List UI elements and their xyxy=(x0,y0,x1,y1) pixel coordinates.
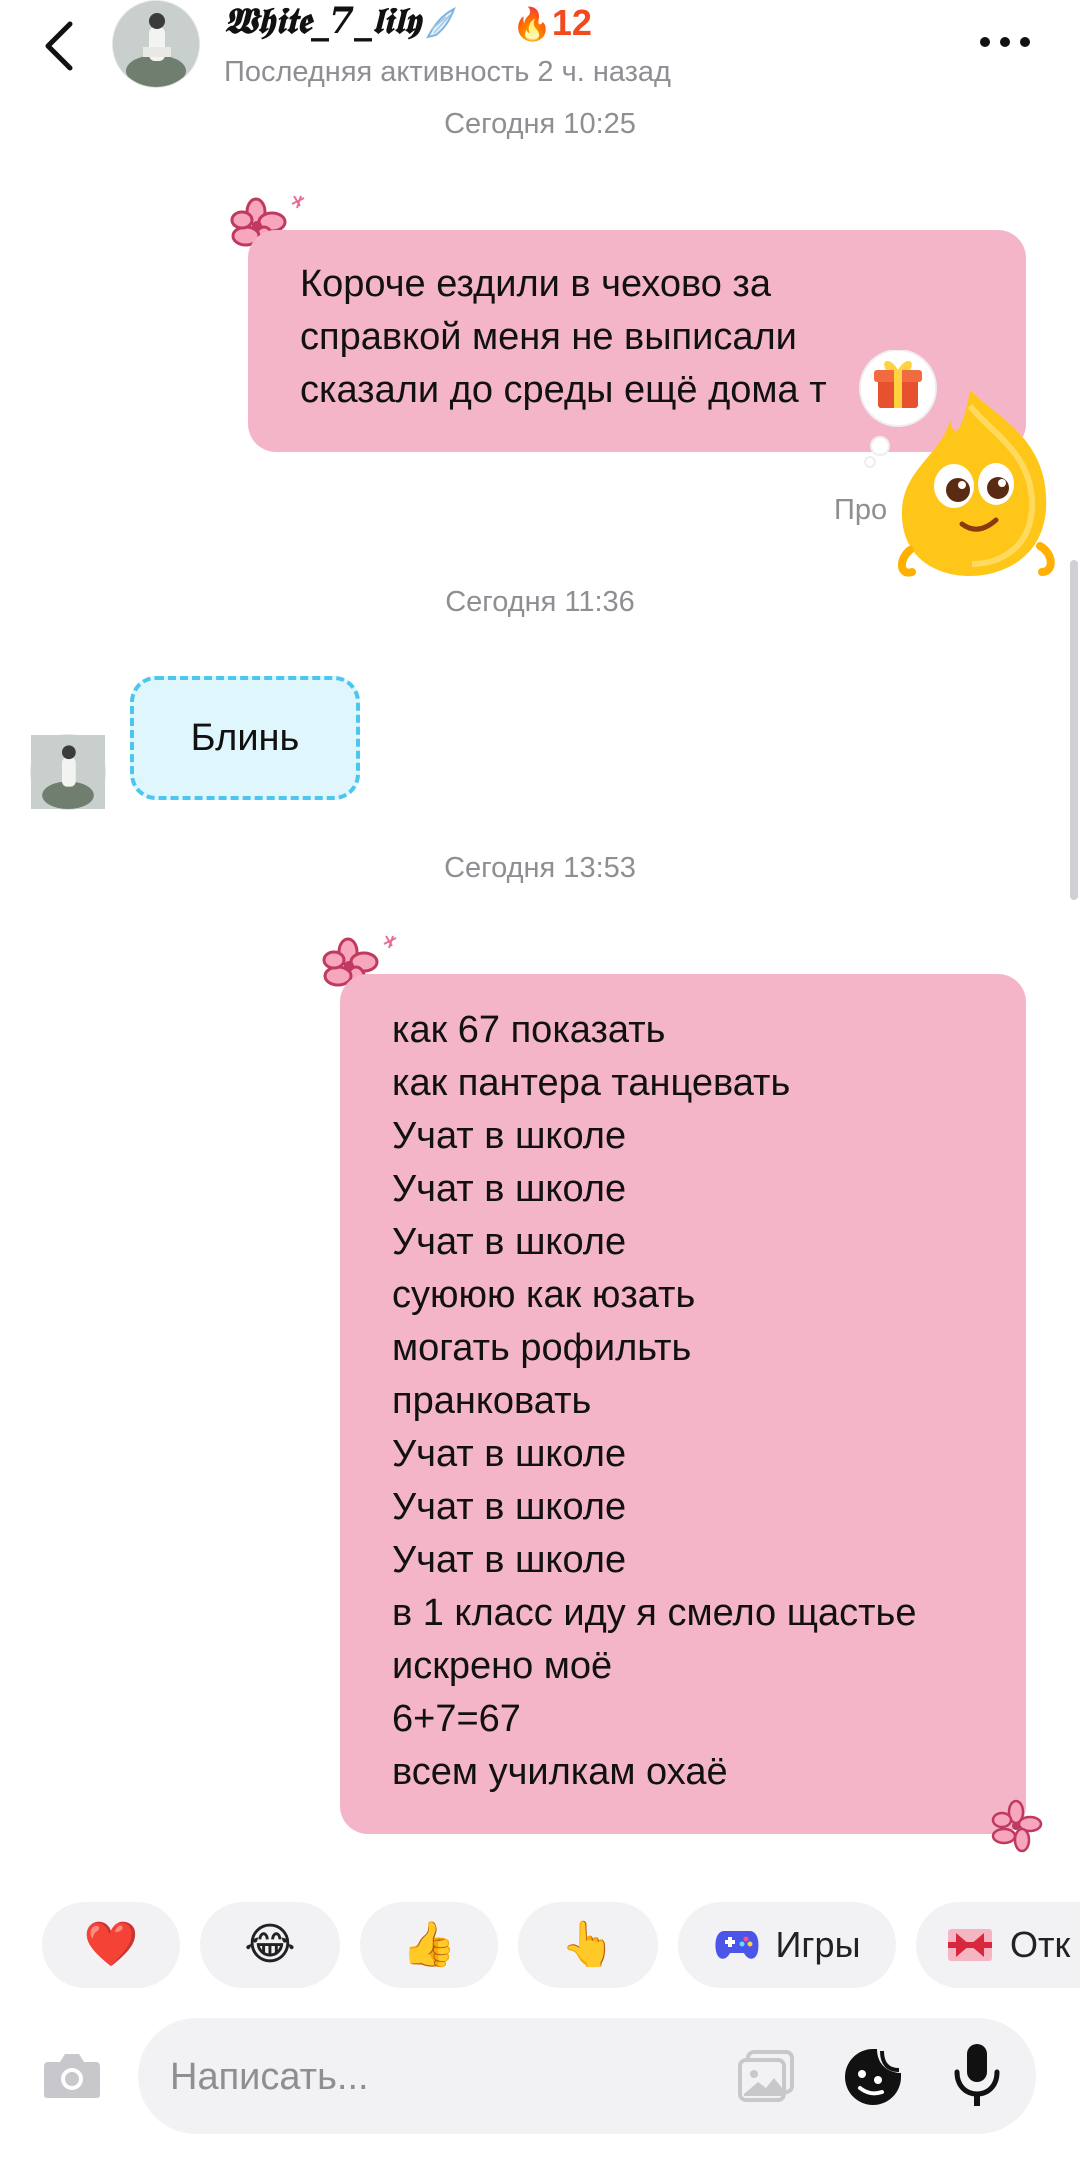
timestamp: Сегодня 13:53 xyxy=(444,852,636,884)
message-line: всем училкам охаё xyxy=(392,1751,728,1793)
mascot-sticker[interactable] xyxy=(850,350,1070,590)
chat-header: 𝖂𝖍𝖎𝖙𝖊_7_𝖑𝖎𝖑𝖞 🔥12 Последняя активность 2 … xyxy=(0,0,1080,110)
message-line: Учат в школе xyxy=(392,1433,627,1475)
contact-username[interactable]: 𝖂𝖍𝖎𝖙𝖊_7_𝖑𝖎𝖑𝖞 xyxy=(224,0,457,43)
heart-icon: ❤️ xyxy=(83,1920,139,1969)
wing-icon xyxy=(426,7,457,39)
laughing-face-icon: 😂 xyxy=(244,1920,296,1969)
gift-label: Отк xyxy=(1010,1924,1071,1965)
fire-icon: 🔥 xyxy=(512,6,552,42)
message-line: Учат в школе xyxy=(392,1168,627,1210)
message-line: Учат в школе xyxy=(392,1115,627,1157)
gift-button[interactable]: Отк xyxy=(916,1902,1080,1988)
timestamp: Сегодня 10:25 xyxy=(444,108,636,140)
more-options-button[interactable] xyxy=(975,22,1035,62)
chat-screen: 𝖂𝖍𝖎𝖙𝖊_7_𝖑𝖎𝖑𝖞 🔥12 Последняя активность 2 … xyxy=(0,0,1080,2164)
pointing-hand-icon: 👆 xyxy=(560,1920,616,1969)
games-button[interactable]: Игры xyxy=(678,1902,896,1988)
thumbs-up-reaction-button[interactable]: 👍 xyxy=(360,1902,498,1988)
last-active-status: Последняя активность 2 ч. назад xyxy=(224,56,671,88)
point-up-reaction-button[interactable]: 👆 xyxy=(518,1902,658,1988)
gamepad-icon xyxy=(715,1931,759,1959)
sticker-button[interactable] xyxy=(842,2046,904,2108)
message-line: суююю как юзать xyxy=(392,1274,696,1316)
gift-box-icon xyxy=(948,1929,992,1961)
streak-badge: 🔥12 xyxy=(512,2,592,44)
username-text: 𝖂𝖍𝖎𝖙𝖊_7_𝖑𝖎𝖑𝖞 xyxy=(224,0,421,42)
camera-icon xyxy=(44,2054,100,2098)
avatar-photo xyxy=(31,735,105,809)
message-line: пранковать xyxy=(392,1380,592,1422)
message-line: как пантера танцевать xyxy=(392,1062,791,1104)
chevron-left-icon xyxy=(45,21,73,71)
streak-count: 12 xyxy=(551,2,592,43)
microphone-button[interactable] xyxy=(952,2042,1002,2108)
message-line: Короче ездили в чехово за xyxy=(300,263,771,305)
laugh-reaction-button[interactable]: 😂 xyxy=(200,1902,340,1988)
message-line: искрено моё xyxy=(392,1645,613,1687)
more-horizontal-icon xyxy=(980,37,1030,47)
message-line: 6+7=67 xyxy=(392,1698,521,1740)
message-composer xyxy=(138,2018,1036,2136)
message-input[interactable] xyxy=(168,2018,732,2136)
message-line: Учат в школе xyxy=(392,1221,627,1263)
message-text: Блинь xyxy=(190,716,300,759)
quick-reactions-bar: ❤️ 😂 👍 👆 Игры Отк xyxy=(0,1902,1080,1992)
microphone-icon xyxy=(954,2044,1000,2106)
message-line: могать рофильть xyxy=(392,1327,692,1369)
flower-sticker-icon xyxy=(991,1799,1043,1853)
message-line: Учат в школе xyxy=(392,1486,627,1528)
thumbs-up-icon: 👍 xyxy=(401,1920,457,1969)
message-line: Учат в школе xyxy=(392,1539,627,1581)
scrollbar[interactable] xyxy=(1070,560,1078,900)
message-line: как 67 показать xyxy=(392,1009,666,1051)
avatar-photo xyxy=(113,1,199,87)
contact-avatar[interactable] xyxy=(112,0,200,88)
heart-reaction-button[interactable]: ❤️ xyxy=(42,1902,180,1988)
outgoing-message-bubble[interactable]: как 67 показать как пантера танцевать Уч… xyxy=(340,974,1026,1834)
timestamp: Сегодня 11:36 xyxy=(445,586,635,618)
back-button[interactable] xyxy=(32,12,92,76)
sender-avatar[interactable] xyxy=(30,734,106,810)
camera-button[interactable] xyxy=(40,2046,104,2106)
sticker-icon xyxy=(845,2049,901,2105)
mascot-flame xyxy=(898,390,1055,577)
incoming-message-bubble[interactable]: Блинь xyxy=(130,676,360,800)
gallery-button[interactable] xyxy=(736,2048,798,2106)
gift-thought-bubble xyxy=(859,350,937,468)
message-line: в 1 класс иду я смело щастье xyxy=(392,1592,917,1634)
games-label: Игры xyxy=(775,1924,861,1965)
gallery-icon xyxy=(738,2050,794,2102)
